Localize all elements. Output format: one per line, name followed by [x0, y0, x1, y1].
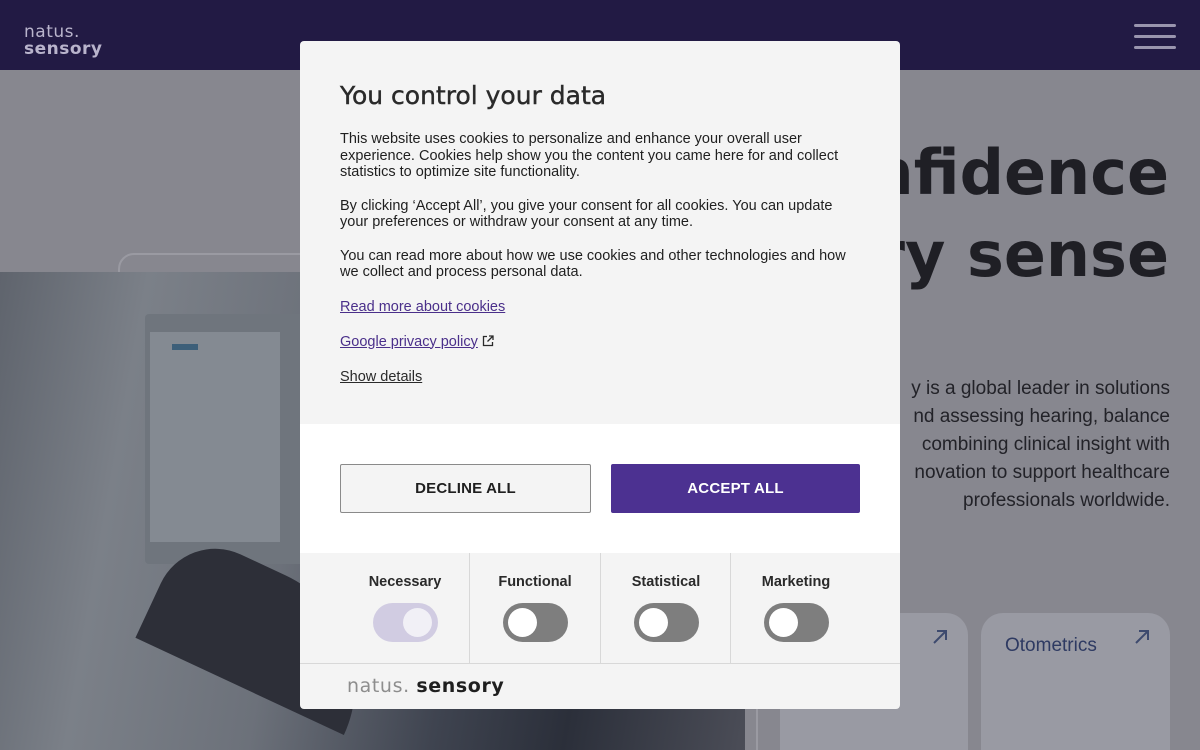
toggle-label: Necessary	[368, 574, 442, 590]
consent-paragraph: By clicking ‘Accept All’, you give your …	[340, 197, 833, 231]
show-details-link[interactable]: Show details	[340, 369, 422, 386]
switch-knob	[508, 608, 537, 637]
read-more-cookies-link[interactable]: Read more about cookies	[340, 299, 505, 316]
footer-logo: natus. sensory	[347, 675, 504, 697]
switch-knob	[403, 608, 432, 637]
decline-all-button[interactable]: DECLINE ALL	[340, 464, 591, 513]
arrow-up-right-icon	[933, 630, 947, 644]
card-label: Otometrics	[1005, 635, 1097, 656]
toggle-marketing: Marketing	[730, 553, 860, 664]
privacy-link-label: Google privacy policy	[340, 333, 478, 350]
footer-logo-word: sensory	[416, 675, 505, 697]
marketing-switch[interactable]	[764, 603, 829, 642]
hamburger-bar	[1134, 24, 1176, 27]
logo-word-sensory: sensory	[24, 39, 103, 59]
arrow-up-right-icon	[1135, 630, 1149, 644]
dialog-actions: DECLINE ALL ACCEPT ALL	[300, 424, 900, 553]
data-processing-paragraph: You can read more about how we use cooki…	[340, 247, 846, 281]
toggle-necessary: Necessary	[340, 553, 470, 664]
cookie-category-toggles: Necessary Functional Statistical Marketi…	[300, 553, 900, 664]
cookie-consent-dialog: You control your data This website uses …	[300, 41, 900, 709]
statistical-switch[interactable]	[634, 603, 699, 642]
google-privacy-policy-link[interactable]: Google privacy policy	[340, 334, 494, 351]
product-card-otometrics[interactable]: Otometrics	[981, 613, 1170, 750]
cookie-dialog-body: You control your data This website uses …	[300, 41, 900, 424]
photo-monitor-screen	[150, 332, 280, 542]
photo-monitor-detail	[172, 344, 198, 350]
external-link-icon	[482, 334, 494, 346]
toggle-functional: Functional	[469, 553, 599, 664]
site-logo[interactable]: natus. sensory	[24, 24, 103, 58]
switch-knob	[769, 608, 798, 637]
toggle-label: Marketing	[761, 574, 831, 590]
dialog-footer: natus. sensory	[300, 664, 900, 709]
toggle-label: Functional	[498, 574, 572, 590]
dialog-title: You control your data	[340, 81, 607, 110]
cookie-paragraph: This website uses cookies to personalize…	[340, 131, 839, 180]
toggle-label: Statistical	[631, 574, 701, 590]
accept-all-button[interactable]: ACCEPT ALL	[611, 464, 860, 513]
hamburger-bar	[1134, 46, 1176, 49]
functional-switch[interactable]	[503, 603, 568, 642]
hamburger-bar	[1134, 35, 1176, 38]
switch-knob	[639, 608, 668, 637]
footer-logo-word: natus.	[347, 675, 410, 697]
necessary-switch	[373, 603, 438, 642]
hamburger-menu-icon[interactable]	[1134, 24, 1176, 50]
toggle-statistical: Statistical	[600, 553, 730, 664]
